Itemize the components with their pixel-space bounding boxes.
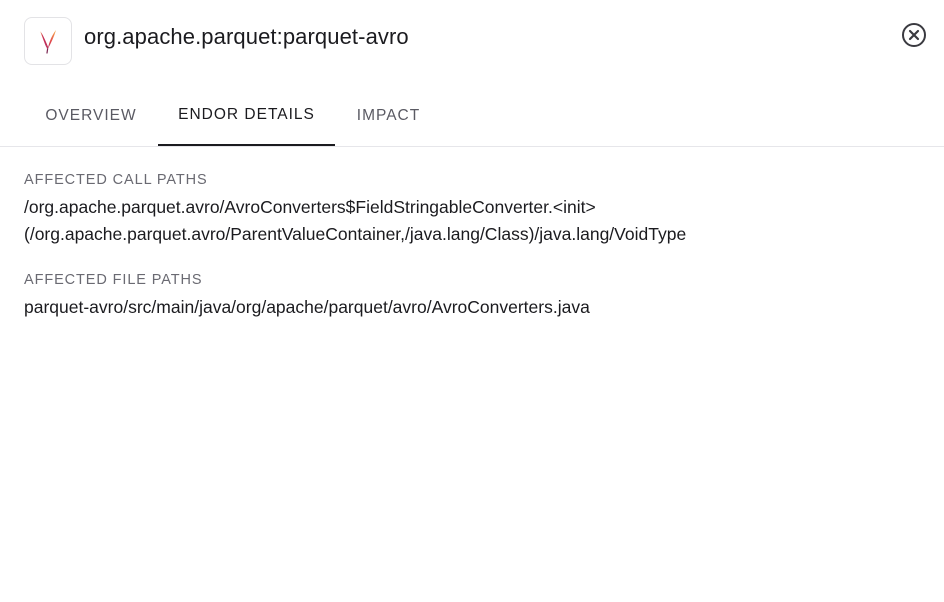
details-tabs: OVERVIEW ENDOR DETAILS IMPACT — [0, 86, 944, 147]
tab-overview[interactable]: OVERVIEW — [24, 86, 158, 146]
package-logo — [24, 17, 72, 65]
tab-endor-details[interactable]: ENDOR DETAILS — [158, 86, 335, 146]
package-details-panel: org.apache.parquet:parquet-avro OVERVIEW… — [0, 0, 944, 602]
tab-impact[interactable]: IMPACT — [335, 86, 442, 146]
affected-call-paths-section: AFFECTED CALL PATHS /org.apache.parquet.… — [24, 170, 686, 248]
affected-file-paths-label: AFFECTED FILE PATHS — [24, 272, 203, 288]
call-path-line-2: (/org.apache.parquet.avro/ParentValueCon… — [24, 224, 687, 244]
package-title: org.apache.parquet:parquet-avro — [84, 24, 409, 49]
affected-file-paths-section: AFFECTED FILE PATHS parquet-avro/src/mai… — [24, 270, 590, 321]
affected-call-paths-label: AFFECTED CALL PATHS — [24, 172, 208, 188]
apache-feather-icon — [40, 30, 56, 54]
close-icon[interactable] — [901, 22, 927, 48]
affected-call-paths-value: /org.apache.parquet.avro/AvroConverters$… — [24, 194, 686, 248]
affected-file-paths-value: parquet-avro/src/main/java/org/apache/pa… — [24, 297, 590, 317]
panel-header: org.apache.parquet:parquet-avro — [24, 16, 409, 66]
call-path-line-1: /org.apache.parquet.avro/AvroConverters$… — [24, 197, 596, 217]
